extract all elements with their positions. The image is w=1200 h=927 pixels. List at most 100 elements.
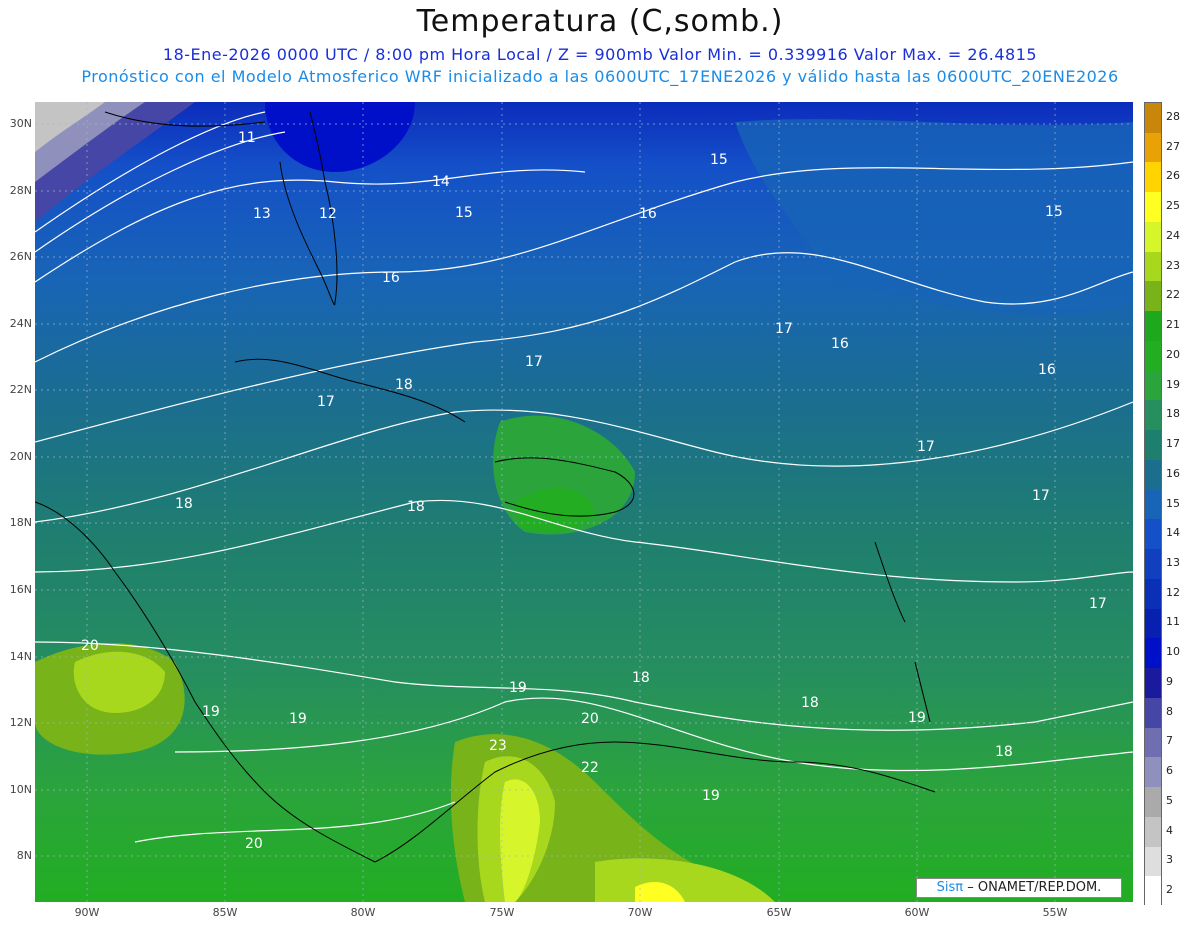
colorbar-segment [1145,519,1161,550]
credit-text: – ONAMET/REP.DOM. [967,880,1102,895]
contour-label: 19 [202,704,220,720]
map-title: Temperatura (C,somb.) [416,4,784,39]
contour-label: 19 [908,710,926,726]
colorbar-label: 10 [1166,645,1180,659]
colorbar-segment [1145,846,1161,877]
colorbar-segment [1145,251,1161,282]
colorbar-segment [1145,281,1161,312]
contour-label: 12 [319,206,337,222]
lat-label: 16N [9,583,32,596]
contour-label: 18 [995,744,1013,760]
colorbar-segment [1145,400,1161,431]
colorbar-label: 3 [1166,853,1173,867]
colorbar-segment [1145,221,1161,253]
lon-label: 65W [766,906,792,919]
colorbar-label: 27 [1166,139,1180,153]
contour-label: 17 [775,321,793,337]
lon-label: 55W [1042,906,1068,919]
contour-label: 13 [253,206,271,222]
colorbar-segment [1145,608,1161,639]
lat-label: 22N [9,383,32,396]
colorbar-label: 9 [1166,674,1173,688]
colorbar-segment [1145,578,1161,610]
sispi-logo: Sisπ [936,880,964,895]
colorbar-segment [1145,638,1161,669]
contour-label: 17 [1032,488,1050,504]
lat-label: 14N [9,650,32,663]
colorbar-label: 26 [1166,169,1180,183]
colorbar-segment [1145,727,1161,758]
colorbar-segment [1145,549,1161,580]
colorbar-segment [1145,816,1161,847]
lat-label: 18N [9,516,32,529]
colorbar-label: 11 [1166,615,1180,629]
lat-label: 28N [9,184,32,197]
lat-label: 8N [16,849,32,862]
contour-label: 23 [489,738,507,754]
colorbar [1144,102,1162,907]
contour-label: 15 [455,205,473,221]
colorbar-segment [1145,787,1161,818]
contour-label: 18 [175,496,193,512]
colorbar-segment [1145,192,1161,223]
colorbar-label: 13 [1166,555,1180,569]
contour-label: 14 [432,174,450,190]
colorbar-label: 5 [1166,793,1173,807]
colorbar-segment [1145,876,1161,907]
lon-label: 75W [489,906,515,919]
colorbar-label: 15 [1166,496,1180,510]
contour-label: 17 [917,439,935,455]
colorbar-segment [1145,132,1161,163]
contour-label: 22 [581,760,599,776]
contour-label: 18 [632,670,650,686]
contour-label: 11 [238,130,256,146]
colorbar-segment [1145,668,1161,699]
contour-label: 17 [525,354,543,370]
valid-time-line: 18-Ene-2026 0000 UTC / 8:00 pm Hora Loca… [162,45,1038,64]
contour-label: 15 [710,152,728,168]
lat-label: 26N [9,250,32,263]
colorbar-label: 22 [1166,288,1180,302]
colorbar-segment [1145,697,1161,729]
colorbar-label: 18 [1166,407,1180,421]
contour-label: 17 [317,394,335,410]
colorbar-label: 19 [1166,377,1180,391]
colorbar-segment [1145,311,1161,342]
lat-label: 20N [9,450,32,463]
colorbar-segment [1145,430,1161,461]
lon-label: 85W [212,906,238,919]
colorbar-label: 12 [1166,585,1180,599]
contour-label: 15 [1045,204,1063,220]
lon-label: 90W [74,906,100,919]
contour-label: 20 [245,836,263,852]
colorbar-label: 24 [1166,228,1180,242]
contour-label: 19 [702,788,720,804]
lat-label: 10N [9,783,32,796]
colorbar-label: 21 [1166,318,1180,332]
credit-box: Sisπ – ONAMET/REP.DOM. [916,878,1122,898]
contour-label: 18 [395,377,413,393]
colorbar-segment [1145,757,1161,788]
lon-label: 60W [904,906,930,919]
lon-label: 70W [627,906,653,919]
contour-label: 19 [509,680,527,696]
colorbar-label: 20 [1166,347,1180,361]
colorbar-label: 25 [1166,199,1180,213]
colorbar-label: 28 [1166,109,1180,123]
colorbar-label: 7 [1166,734,1173,748]
colorbar-segment [1145,103,1161,134]
contour-label: 18 [407,499,425,515]
colorbar-label: 16 [1166,466,1180,480]
colorbar-segment [1145,340,1161,372]
contour-label: 16 [639,206,657,222]
contour-label: 19 [289,711,307,727]
contour-label: 16 [1038,362,1056,378]
contour-label: 16 [382,270,400,286]
colorbar-segment [1145,162,1161,193]
colorbar-label: 14 [1166,526,1180,540]
colorbar-label: 17 [1166,437,1180,451]
contour-label: 17 [1089,596,1107,612]
colorbar-label: 2 [1166,883,1173,897]
lat-label: 24N [9,317,32,330]
lat-label: 30N [9,117,32,130]
